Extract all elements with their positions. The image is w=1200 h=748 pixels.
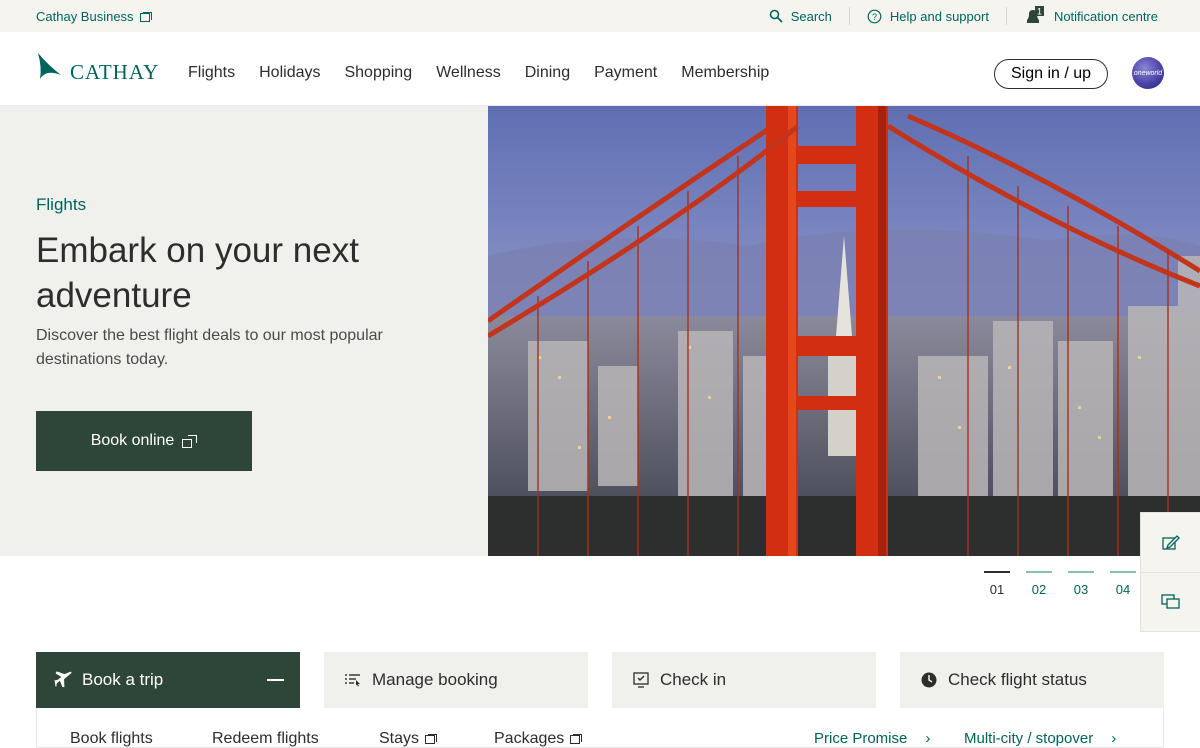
menu-item-holidays[interactable]: Holidays: [259, 64, 320, 82]
tab-book-a-trip[interactable]: Book a trip: [36, 652, 300, 708]
subnav-price-promise-label: Price Promise: [814, 730, 908, 747]
menu-item-wellness[interactable]: Wellness: [436, 64, 501, 82]
carousel-pager: 01 02 03 04: [984, 571, 1136, 597]
pager-item-03[interactable]: 03: [1068, 571, 1094, 597]
subnav-price-promise[interactable]: Price Promise ›: [814, 730, 930, 747]
primary-menu: Flights Holidays Shopping Wellness Dinin…: [188, 64, 769, 82]
notification-link[interactable]: 1 Notification centre: [1007, 6, 1158, 25]
external-link-icon: [182, 434, 198, 448]
chat-icon: [1160, 594, 1180, 609]
tab-manage-booking[interactable]: Manage booking: [324, 652, 588, 708]
help-label: Help and support: [889, 8, 989, 24]
cathay-business-label: Cathay Business: [36, 9, 134, 24]
hero-image-golden-gate: [488, 106, 1200, 556]
tab-check-flight-status-label: Check flight status: [948, 670, 1087, 689]
hero-text-panel: Flights Embark on your next adventure Di…: [0, 106, 488, 556]
help-link[interactable]: ? Help and support: [850, 7, 1006, 25]
brushwing-icon: [38, 53, 61, 79]
oneworld-label: oneworld: [1133, 69, 1163, 77]
main-nav: CATHAY Flights Holidays Shopping Wellnes…: [0, 32, 1200, 106]
hero-title: Embark on your next adventure: [36, 231, 359, 315]
external-link-icon: [570, 734, 583, 744]
notification-count: 1: [1037, 7, 1042, 17]
plane-icon: [54, 671, 72, 689]
signin-button[interactable]: Sign in / up: [994, 59, 1108, 89]
subnav-stays-label: Stays: [379, 730, 420, 747]
subnav-multi-city[interactable]: Multi-city / stopover ›: [964, 730, 1116, 747]
menu-item-payment[interactable]: Payment: [594, 64, 657, 82]
menu-item-shopping[interactable]: Shopping: [344, 64, 412, 82]
tab-check-in-label: Check in: [660, 670, 727, 689]
chevron-right-icon: ›: [1111, 730, 1117, 747]
oneworld-logo[interactable]: oneworld: [1132, 57, 1164, 89]
search-icon: [769, 9, 783, 23]
hero-kicker: Flights: [36, 195, 87, 214]
search-label: Search: [790, 8, 832, 24]
pager-item-04[interactable]: 04: [1110, 571, 1136, 597]
tab-check-flight-status[interactable]: Check flight status: [900, 652, 1164, 708]
chat-button[interactable]: [1141, 572, 1200, 631]
menu-item-membership[interactable]: Membership: [681, 64, 769, 82]
subnav-packages-label: Packages: [494, 730, 565, 747]
golden-gate-illustration: [488, 106, 1200, 556]
cathay-business-link[interactable]: Cathay Business: [36, 9, 152, 24]
subnav-multi-city-label: Multi-city / stopover: [964, 730, 1094, 747]
side-tools: [1140, 512, 1200, 632]
booking-subnav: Book flights Redeem flights Stays Packag…: [36, 708, 1164, 748]
feedback-icon: [1161, 534, 1180, 550]
notification-label: Notification centre: [1053, 8, 1158, 24]
cathay-logo[interactable]: CATHAY: [36, 51, 160, 84]
subnav-packages[interactable]: Packages: [494, 730, 583, 748]
hero-banner: Flights Embark on your next adventure Di…: [0, 106, 1200, 556]
subnav-book-flights[interactable]: Book flights: [70, 730, 153, 748]
menu-item-dining[interactable]: Dining: [525, 64, 570, 82]
external-link-icon: [139, 11, 152, 22]
checkin-icon: [632, 671, 650, 689]
subnav-stays[interactable]: Stays: [379, 730, 438, 748]
pager-item-02[interactable]: 02: [1026, 571, 1052, 597]
list-icon: [344, 671, 362, 689]
tab-check-in[interactable]: Check in: [612, 652, 876, 708]
help-icon: ?: [867, 9, 882, 23]
external-link-icon: [425, 734, 438, 744]
pager-item-01[interactable]: 01: [984, 571, 1010, 597]
hero-description: Discover the best flight deals to our mo…: [36, 327, 383, 368]
book-online-button[interactable]: Book online: [36, 411, 252, 471]
bell-icon: 1: [1026, 6, 1044, 23]
search-link[interactable]: Search: [752, 7, 849, 25]
svg-text:?: ?: [872, 12, 877, 22]
tab-book-a-trip-label: Book a trip: [82, 670, 164, 689]
book-online-label: Book online: [90, 432, 175, 449]
collapse-icon: [267, 679, 284, 681]
utility-bar: Cathay Business Search ? Help and suppor…: [0, 0, 1200, 32]
chevron-right-icon: ›: [925, 730, 931, 747]
logo-text: CATHAY: [70, 60, 160, 84]
tab-manage-booking-label: Manage booking: [372, 670, 498, 689]
subnav-redeem-flights[interactable]: Redeem flights: [212, 730, 319, 748]
booking-tabs: Book a trip Manage booking Check in Chec…: [36, 652, 1164, 708]
menu-item-flights[interactable]: Flights: [188, 64, 235, 82]
feedback-button[interactable]: [1141, 513, 1200, 572]
clock-icon: [920, 671, 938, 689]
